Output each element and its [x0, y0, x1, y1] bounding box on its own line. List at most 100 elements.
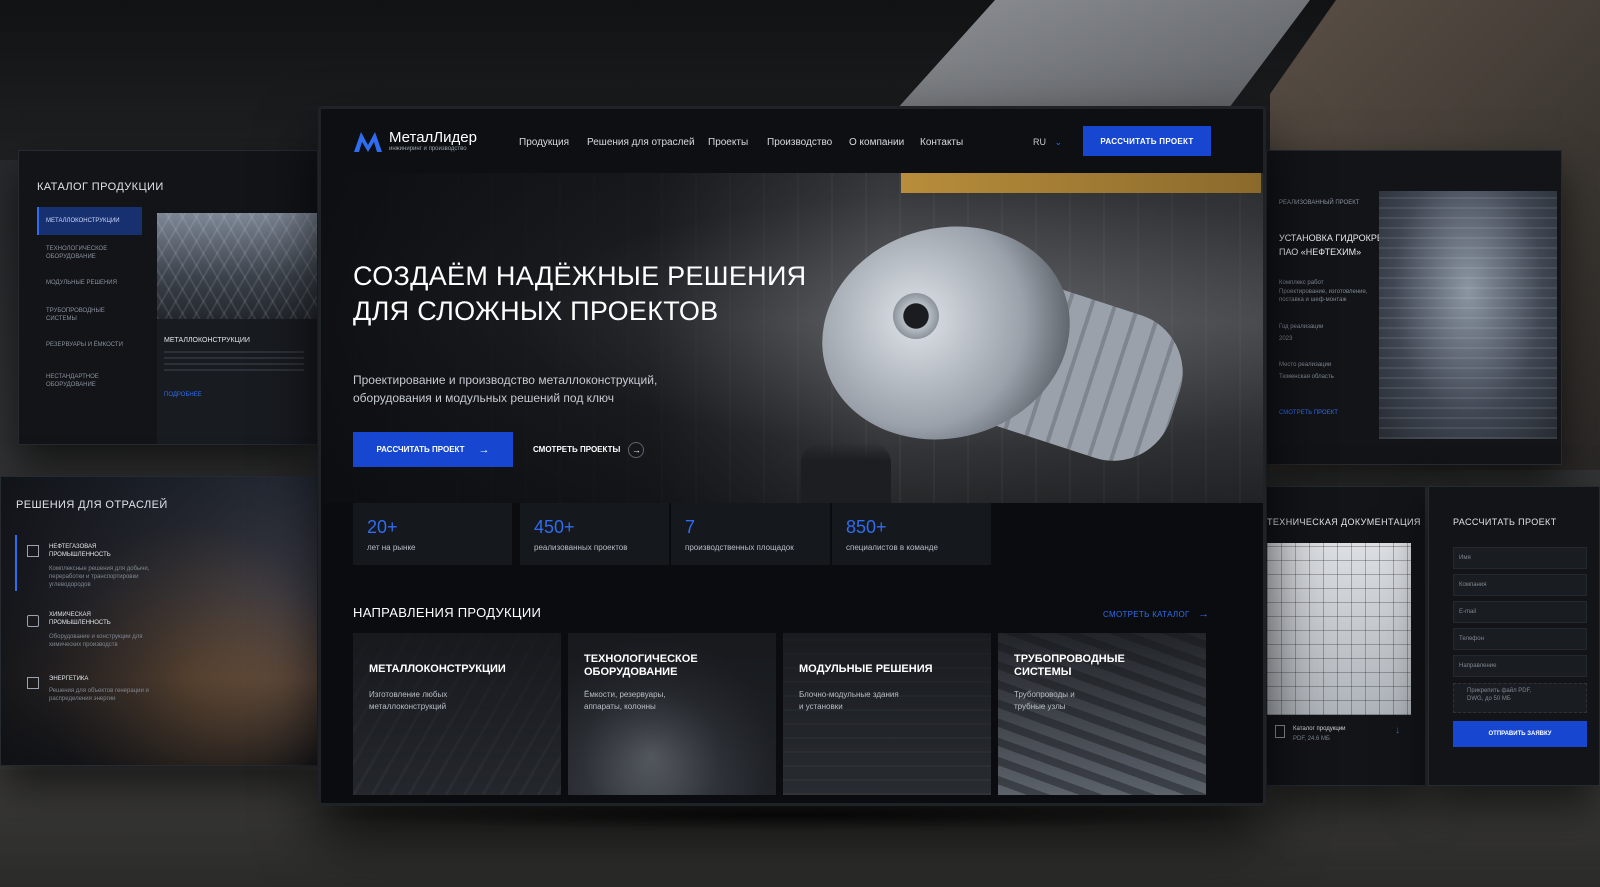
form-field-label: E-mail — [1459, 609, 1477, 615]
catalog-link[interactable]: СМОТРЕТЬ КАТАЛОГ → — [1103, 608, 1209, 620]
project-link[interactable]: СМОТРЕТЬ ПРОЕКТ — [1279, 409, 1338, 417]
form-field-label: Компания — [1459, 582, 1487, 588]
catalog-item[interactable]: ТЕХНОЛОГИЧЕСКОЕ ОБОРУДОВАНИЕ — [46, 245, 126, 261]
product-card[interactable]: МЕТАЛЛОКОНСТРУКЦИИ Изготовление любых ме… — [353, 633, 561, 795]
hero-title: СОЗДАЁМ НАДЁЖНЫЕ РЕШЕНИЯ ДЛЯ СЛОЖНЫХ ПРО… — [353, 261, 807, 326]
hero-secondary-button[interactable]: СМОТРЕТЬ ПРОЕКТЫ → — [533, 432, 645, 467]
stat-card: 20+ лет на рынке — [353, 503, 513, 565]
catalog-link-label: СМОТРЕТЬ КАТАЛОГ — [1103, 610, 1190, 619]
catalog-item[interactable]: МОДУЛЬНЫЕ РЕШЕНИЯ — [46, 279, 136, 287]
form-field-label: Имя — [1459, 555, 1471, 561]
form-field-label: Телефон — [1459, 636, 1484, 642]
project-year: 2023 — [1279, 336, 1293, 342]
docs-file-name[interactable]: Каталог продукции — [1293, 725, 1346, 733]
industry-title[interactable]: ХИМИЧЕСКАЯ ПРОМЫШЛЕННОСТЬ — [49, 611, 149, 627]
product-card[interactable]: МОДУЛЬНЫЕ РЕШЕНИЯ Блочно-модульные здани… — [783, 633, 991, 795]
stat-card: 7 производственных площадок — [671, 503, 831, 565]
project-image — [1379, 191, 1557, 439]
nav-item-projects[interactable]: Проекты — [708, 137, 748, 148]
oil-rig-icon — [27, 545, 39, 557]
product-card[interactable]: ТРУБОПРОВОДНЫЕ СИСТЕМЫ Трубопроводы и тр… — [998, 633, 1206, 795]
product-card-desc: Блочно-модульные здания и установки — [799, 690, 899, 711]
hero-section: СОЗДАЁМ НАДЁЖНЫЕ РЕШЕНИЯ ДЛЯ СЛОЖНЫХ ПРО… — [321, 173, 1263, 503]
catalog-more-link[interactable]: ПОДРОБНЕЕ — [164, 391, 202, 399]
docs-title: ТЕХНИЧЕСКАЯ ДОКУМЕНТАЦИЯ — [1267, 517, 1421, 527]
form-title: РАССЧИТАТЬ ПРОЕКТ — [1453, 517, 1557, 527]
nav-item-industries[interactable]: Решения для отраслей — [587, 137, 695, 148]
project-panel: РЕАЛИЗОВАННЫЙ ПРОЕКТ УСТАНОВКА ГИДРОКРЕК… — [1266, 150, 1562, 465]
docs-drawing-image — [1267, 543, 1411, 715]
hero-workers — [801, 443, 891, 503]
download-icon[interactable]: ↓ — [1395, 725, 1400, 736]
industries-panel-title: РЕШЕНИЯ ДЛЯ ОТРАСЛЕЙ — [16, 499, 168, 511]
industries-panel: РЕШЕНИЯ ДЛЯ ОТРАСЛЕЙ НЕФТЕГАЗОВАЯ ПРОМЫШ… — [0, 476, 318, 766]
catalog-card-title: МЕТАЛЛОКОНСТРУКЦИИ — [164, 337, 250, 344]
product-card-desc: Ёмкости, резервуары, аппараты, колонны — [584, 690, 666, 711]
stat-label: специалистов в команде — [846, 543, 938, 552]
stat-card: 850+ специалистов в команде — [832, 503, 992, 565]
project-place-label: Место реализации — [1279, 362, 1332, 368]
catalog-panel-title: КАТАЛОГ ПРОДУКЦИИ — [37, 181, 164, 193]
hero-primary-button[interactable]: РАССЧИТАТЬ ПРОЕКТ → — [353, 432, 513, 467]
industries-active-bar — [15, 535, 17, 591]
file-icon — [1275, 725, 1285, 738]
stat-label: лет на рынке — [367, 543, 416, 552]
product-card-title: МЕТАЛЛОКОНСТРУКЦИИ — [369, 663, 506, 675]
nav-item-production[interactable]: Производство — [767, 137, 832, 148]
lightning-icon — [27, 677, 39, 689]
product-card-title: ТЕХНОЛОГИЧЕСКОЕ ОБОРУДОВАНИЕ — [584, 653, 698, 678]
project-scope: Проектирование, изготовление, поставка и… — [1279, 289, 1368, 303]
website-monitor: МеталЛидер инжиниринг и производство Про… — [318, 106, 1266, 806]
stat-card: 450+ реализованных проектов — [520, 503, 670, 565]
industry-title[interactable]: ЭНЕРГЕТИКА — [49, 675, 149, 683]
product-card-desc: Изготовление любых металлоконструкций — [369, 690, 448, 711]
product-card[interactable]: ТЕХНОЛОГИЧЕСКОЕ ОБОРУДОВАНИЕ Ёмкости, ре… — [568, 633, 776, 795]
language-label: RU — [1033, 137, 1046, 147]
project-scope-label: Комплекс работ — [1279, 280, 1324, 286]
language-select[interactable]: RU ⌄ — [1033, 137, 1062, 148]
nav-item-about[interactable]: О компании — [849, 137, 904, 148]
project-year-label: Год реализации — [1279, 324, 1324, 330]
industry-desc: Решения для объектов генерации и распред… — [49, 688, 149, 702]
hero-primary-label: РАССЧИТАТЬ ПРОЕКТ — [376, 445, 465, 454]
header-cta-button[interactable]: РАССЧИТАТЬ ПРОЕКТ — [1083, 126, 1211, 156]
catalog-card-image — [157, 213, 317, 319]
catalog-item[interactable]: РЕЗЕРВУАРЫ И ЁМКОСТИ — [46, 341, 126, 349]
nav-item-contacts[interactable]: Контакты — [920, 137, 963, 148]
hero-secondary-label: СМОТРЕТЬ ПРОЕКТЫ — [533, 445, 621, 454]
form-field-label: Направление — [1459, 663, 1497, 669]
brand-name[interactable]: МеталЛидер — [389, 129, 477, 146]
stat-value: 850+ — [846, 517, 887, 537]
arrow-right-icon: → — [1198, 608, 1210, 620]
submit-button-label: ОТПРАВИТЬ ЗАЯВКУ — [1488, 731, 1552, 737]
hero-lead: Проектирование и производство металлокон… — [353, 373, 658, 405]
site-header: МеталЛидер инжиниринг и производство Про… — [321, 109, 1263, 173]
hero-crane — [901, 173, 1261, 193]
catalog-card-text — [164, 351, 304, 373]
nav-item-products[interactable]: Продукция — [519, 137, 569, 148]
logo-icon — [354, 132, 382, 152]
products-section-title: НАПРАВЛЕНИЯ ПРОДУКЦИИ — [353, 605, 542, 620]
catalog-item[interactable]: ТРУБОПРОВОДНЫЕ СИСТЕМЫ — [46, 307, 126, 323]
project-place: Тюменская область — [1279, 374, 1334, 380]
stat-label: производственных площадок — [685, 543, 794, 552]
form-panel: РАССЧИТАТЬ ПРОЕКТ Имя Компания E-mail Те… — [1428, 486, 1600, 786]
industry-desc: Комплексные решения для добычи, перерабо… — [49, 566, 150, 588]
catalog-panel: КАТАЛОГ ПРОДУКЦИИ МЕТАЛЛОКОНСТРУКЦИИ ТЕХ… — [18, 150, 318, 445]
industry-title[interactable]: НЕФТЕГАЗОВАЯ ПРОМЫШЛЕННОСТЬ — [49, 543, 149, 559]
catalog-item[interactable]: НЕСТАНДАРТНОЕ ОБОРУДОВАНИЕ — [46, 373, 126, 389]
catalog-item[interactable]: МЕТАЛЛОКОНСТРУКЦИИ — [46, 217, 136, 225]
arrow-right-icon: → — [478, 443, 490, 456]
docs-panel: ТЕХНИЧЕСКАЯ ДОКУМЕНТАЦИЯ Каталог продукц… — [1266, 486, 1426, 786]
project-label: РЕАЛИЗОВАННЫЙ ПРОЕКТ — [1279, 200, 1360, 206]
arrow-right-icon: → — [628, 441, 645, 458]
stat-label: реализованных проектов — [534, 543, 628, 552]
product-card-title: МОДУЛЬНЫЕ РЕШЕНИЯ — [799, 663, 933, 675]
industry-desc: Оборудование и конструкции для химически… — [49, 634, 143, 648]
stat-value: 450+ — [534, 517, 575, 537]
form-field-name[interactable] — [1453, 547, 1587, 569]
stat-value: 20+ — [367, 517, 398, 537]
flask-icon — [27, 615, 39, 627]
submit-button[interactable]: ОТПРАВИТЬ ЗАЯВКУ — [1453, 721, 1587, 747]
stat-value: 7 — [685, 517, 696, 537]
